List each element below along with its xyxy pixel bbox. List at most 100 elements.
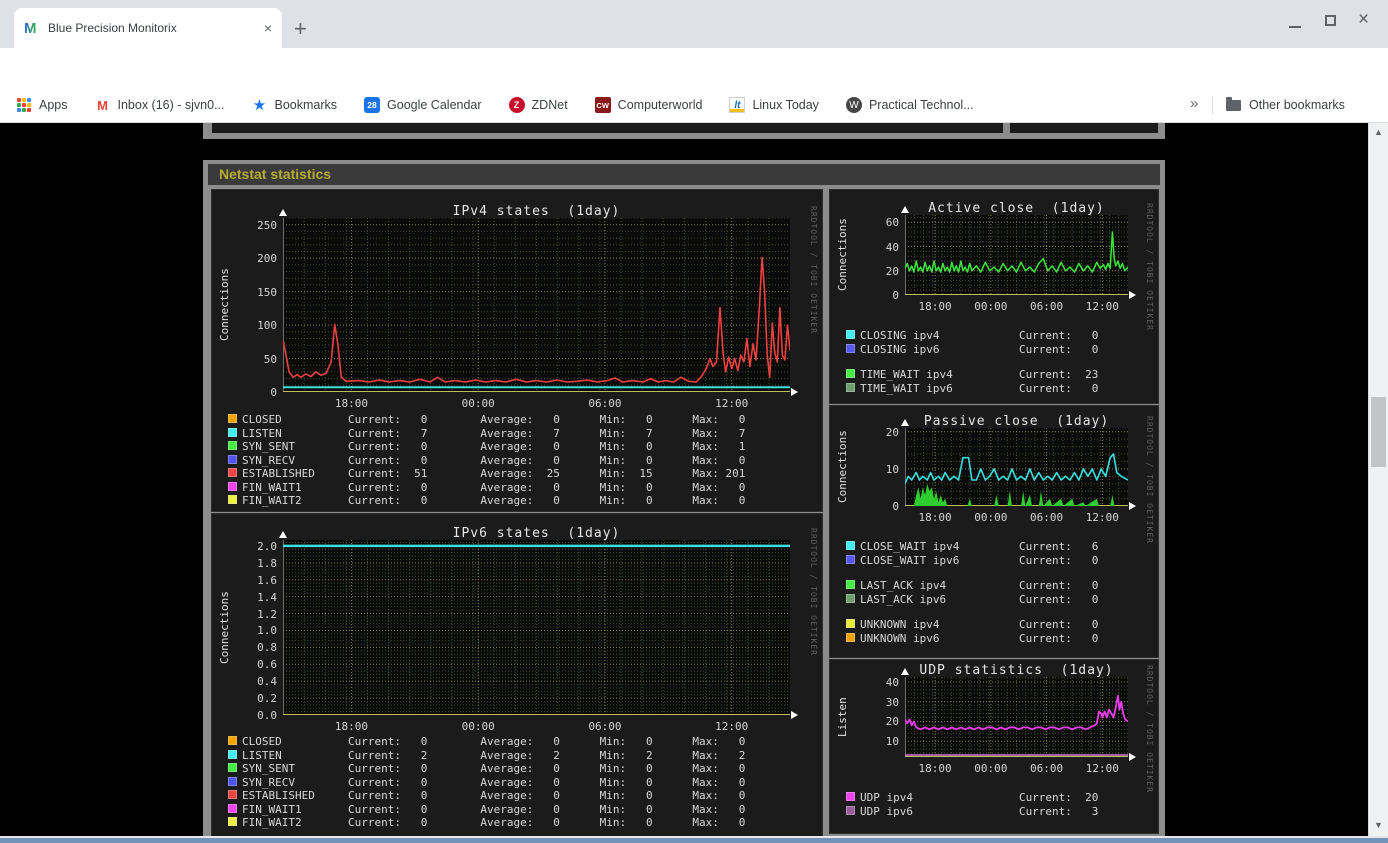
browser-titlebar: M Blue Precision Monitorix × + ×: [0, 0, 1388, 48]
bookmarks-bar: Apps M Inbox (16) - sjvn0... ★ Bookmarks…: [0, 88, 1388, 123]
y-tick-label: 100: [257, 319, 277, 333]
new-tab-button[interactable]: +: [294, 16, 307, 42]
legend-swatch: [846, 805, 855, 815]
legend-row: SYN_SENT Current: 0 Average: 0 Min: 0 Ma…: [242, 440, 746, 453]
bookmark-google-calendar[interactable]: 28 Google Calendar: [364, 97, 482, 113]
bookmark-apps[interactable]: Apps: [16, 97, 68, 113]
x-tick-label: 18:00: [918, 300, 952, 313]
y-tick-label: 0.8: [257, 641, 277, 655]
y-tick-label: 0.0: [257, 709, 277, 722]
scrollbar-down-icon[interactable]: ▼: [1369, 820, 1388, 830]
series-established: [282, 256, 791, 383]
bookmark-zdnet[interactable]: Z ZDNet: [508, 97, 568, 113]
legend-swatch: [846, 580, 855, 589]
wordpress-favicon: W: [845, 97, 862, 113]
legend-row: CLOSED Current: 0 Average: 0 Min: 0 Max:…: [242, 413, 746, 426]
x-tick-label: 18:00: [918, 511, 952, 524]
legend-row: FIN_WAIT1 Current: 0 Average: 0 Min: 0 M…: [242, 802, 746, 816]
plot-area: [283, 540, 790, 716]
rrdtool-watermark: RRDTOOL / TOBI OETIKER: [1145, 665, 1154, 793]
passive-close-chart[interactable]: Passive close (1day) Connections RRDTOOL /…: [829, 405, 1159, 658]
legend-swatch: [846, 593, 855, 603]
y-axis-arrow: [279, 531, 287, 538]
x-tick-label: 06:00: [588, 720, 622, 733]
window-close-icon[interactable]: ×: [1358, 9, 1369, 31]
y-tick-label: 20: [885, 425, 899, 439]
y-tick-label: 0.6: [257, 658, 277, 672]
y-axis-label: Connections: [836, 218, 849, 292]
scrollbar-thumb[interactable]: [1371, 397, 1386, 467]
svg-text:M: M: [24, 20, 37, 36]
legend-swatch: [228, 454, 237, 464]
star-favicon: ★: [252, 97, 267, 114]
bookmark-label: Practical Technol...: [868, 98, 974, 112]
x-axis-arrow: [1129, 502, 1136, 510]
legend-swatch: [228, 414, 237, 423]
tab-close-icon[interactable]: ×: [264, 20, 272, 36]
legend-swatch: [846, 792, 855, 801]
legend-swatch: [228, 481, 237, 491]
bookmark-bookmarks[interactable]: ★ Bookmarks: [252, 97, 337, 114]
legend-row: SYN_RECV Current: 0 Average: 0 Min: 0 Ma…: [242, 453, 746, 467]
x-axis-arrow: [791, 711, 798, 719]
plot-area: [904, 215, 1129, 296]
udp-statistics-chart[interactable]: UDP statistics (1day) Listen RRDTOOL / TOB…: [829, 659, 1159, 834]
previous-section-remnant: [203, 123, 1165, 139]
y-tick-label: 40: [885, 240, 899, 254]
x-axis-arrow: [791, 388, 798, 396]
x-tick-label: 00:00: [461, 397, 495, 410]
x-tick-label: 00:00: [461, 720, 495, 733]
window-maximize-icon[interactable]: [1325, 15, 1336, 26]
x-tick-label: 00:00: [974, 762, 1008, 775]
browser-tab[interactable]: M Blue Precision Monitorix ×: [14, 8, 282, 48]
computerworld-favicon: CW: [594, 97, 611, 113]
window-minimize-icon[interactable]: [1289, 8, 1301, 28]
legend-row: FIN_WAIT2 Current: 0 Average: 0 Min: 0 M…: [242, 816, 746, 829]
other-bookmarks-button[interactable]: Other bookmarks: [1226, 88, 1345, 122]
bookmark-inbox[interactable]: M Inbox (16) - sjvn0...: [95, 97, 224, 113]
chart-title: Active close (1day): [928, 201, 1105, 216]
legend-row: SYN_SENT Current: 0 Average: 0 Min: 0 Ma…: [242, 762, 746, 775]
y-tick-label: 1.4: [257, 590, 277, 604]
x-tick-label: 12:00: [1085, 762, 1119, 775]
browser-toolbar: ← → ↻ ⌂ i localhost:8080/monitorix-cgi/m…: [0, 48, 1388, 131]
y-tick-label: 1.0: [257, 624, 277, 638]
legend-row: UDP ipv4 Current: 20: [860, 791, 1099, 804]
legend-row: FIN_WAIT1 Current: 0 Average: 0 Min: 0 M…: [242, 480, 746, 494]
linux-today-favicon: lt: [729, 97, 746, 113]
chart-title: UDP statistics (1day): [919, 663, 1114, 678]
bookmark-label: Google Calendar: [387, 98, 482, 112]
scrollbar-up-icon[interactable]: ▲: [1369, 127, 1388, 137]
rrdtool-watermark: RRDTOOL / TOBI OETIKER: [809, 528, 818, 656]
y-tick-label: 0: [892, 500, 899, 513]
window-bottom-border: [0, 838, 1388, 843]
bookmark-practical-technology[interactable]: W Practical Technol...: [845, 97, 974, 113]
legend-swatch: [228, 763, 237, 772]
chart-title: IPv4 states (1day): [452, 204, 621, 219]
y-tick-label: 30: [885, 695, 899, 709]
plot-area: [904, 677, 1129, 758]
y-tick-label: 1.8: [257, 556, 277, 570]
plot-area: [282, 217, 791, 393]
chart-title: IPv6 states (1day): [452, 526, 621, 541]
y-axis-label: Connections: [218, 268, 231, 342]
legend-swatch: [846, 343, 855, 353]
y-axis-label: Listen: [836, 697, 849, 737]
bookmark-linux-today[interactable]: lt Linux Today: [729, 97, 819, 113]
page-scrollbar[interactable]: ▲ ▼: [1368, 123, 1388, 836]
y-axis-label: Connections: [836, 430, 849, 504]
legend-row: CLOSE_WAIT ipv6 Current: 0: [860, 553, 1099, 567]
gmail-favicon: M: [97, 97, 108, 113]
bookmark-computerworld[interactable]: CW Computerworld: [594, 97, 702, 113]
legend-swatch: [228, 495, 237, 504]
ipv4-states-chart[interactable]: IPv4 states (1day) Connections RRDTOOL / T…: [211, 189, 823, 512]
bookmarks-overflow-chevron[interactable]: »: [1190, 95, 1198, 112]
y-tick-label: 200: [257, 252, 277, 266]
tab-title: Blue Precision Monitorix: [48, 21, 177, 35]
ipv6-states-chart[interactable]: IPv6 states (1day) Connections RRDTOOL / T…: [211, 513, 823, 837]
y-tick-label: 1.2: [257, 607, 277, 621]
active-close-chart[interactable]: Active close (1day) Connections RRDTOOL / …: [829, 189, 1159, 404]
monitorix-favicon: M: [24, 20, 40, 36]
legend-swatch: [228, 776, 237, 786]
y-axis-arrow: [901, 419, 909, 426]
